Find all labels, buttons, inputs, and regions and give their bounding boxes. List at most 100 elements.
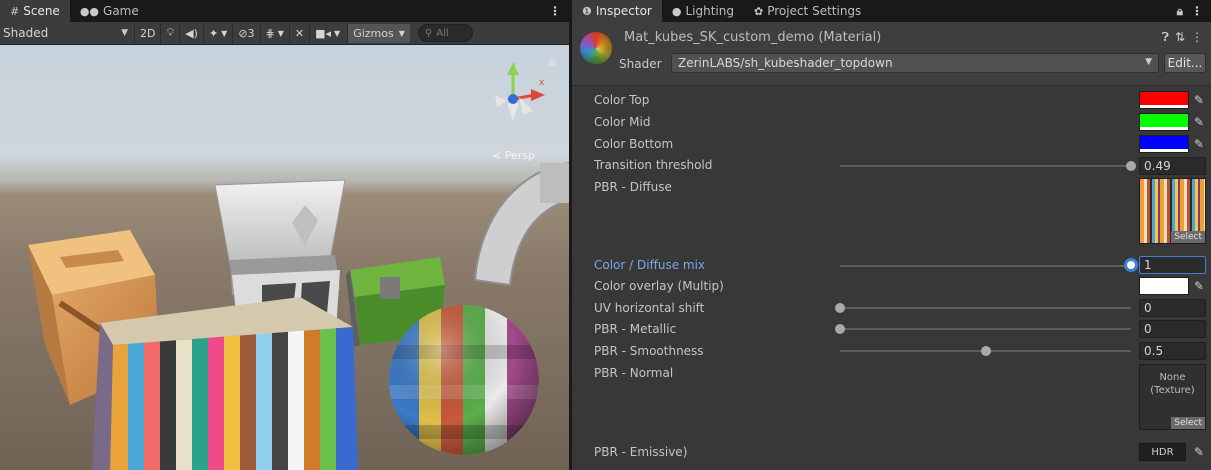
pbr-smoothness-field[interactable]: 0.5	[1139, 342, 1206, 360]
eyedropper-icon[interactable]: ✎	[1192, 136, 1206, 152]
scene-menu-icon[interactable]: ⋮	[541, 0, 569, 22]
tools-button[interactable]: ✕	[288, 23, 309, 43]
emissive-hdr-swatch[interactable]: HDR	[1139, 443, 1186, 461]
orientation-gizmo[interactable]: y x	[493, 59, 547, 133]
help-icon[interactable]: ❓︎	[1162, 30, 1169, 45]
tools-icon: ✕	[294, 26, 305, 40]
normal-select-button[interactable]: Select	[1171, 417, 1205, 429]
prop-pbr-metallic-label: PBR - Metallic	[594, 322, 677, 336]
pbr-metallic-thumb[interactable]	[835, 324, 845, 334]
edit-shader-button[interactable]: Edit...	[1164, 53, 1206, 73]
scene-viewport[interactable]: y x ≺ Persp ▣	[0, 45, 569, 470]
tab-inspector-label: Inspector	[595, 4, 652, 18]
shader-label: Shader	[619, 57, 662, 71]
gizmos-label: Gizmos	[353, 26, 394, 40]
chevron-down-icon: ▼	[334, 28, 341, 38]
prop-pbr-emissive-label: PBR - Emissive)	[594, 445, 688, 459]
uv-horizontal-shift-field[interactable]: 0	[1139, 299, 1206, 317]
more-options-icon[interactable]: ⋮	[1191, 4, 1203, 18]
search-placeholder: All	[436, 27, 449, 39]
lighting-toggle[interactable]: 💡︎	[160, 23, 179, 43]
shading-mode-value: Shaded	[3, 26, 49, 40]
audio-toggle[interactable]: ◀)	[179, 23, 203, 43]
tab-inspector[interactable]: ❶ Inspector	[572, 0, 662, 22]
tab-lighting[interactable]: ● Lighting	[662, 0, 744, 22]
pbr-smoothness-thumb[interactable]	[980, 346, 991, 356]
bulb-icon: 💡︎	[166, 26, 175, 39]
prop-uv-horizontal-shift-label: UV horizontal shift	[594, 301, 705, 315]
more-options-icon[interactable]: ⋮	[1191, 30, 1203, 45]
color-top-swatch[interactable]	[1139, 91, 1189, 109]
gizmo-axis-x: x	[539, 78, 545, 88]
camera-button[interactable]: ■◂ ▼	[309, 23, 345, 43]
mode-2d-button[interactable]: 2D	[134, 23, 160, 43]
eyedropper-icon[interactable]: ✎	[1192, 92, 1206, 108]
scene-panel: # Scene ●● Game ⋮ Shaded ▼ 2D 💡︎ ◀) ✦ ▼ …	[0, 0, 569, 470]
lock-icon[interactable]: ▣	[548, 57, 557, 68]
eyedropper-icon[interactable]: ✎	[1192, 114, 1206, 130]
prop-color-mid-label: Color Mid	[594, 115, 651, 129]
color-overlay-swatch[interactable]	[1139, 277, 1189, 295]
chevron-down-icon: ▼	[221, 28, 228, 38]
gizmo-axis-y: y	[511, 60, 517, 70]
tab-scene[interactable]: # Scene	[0, 0, 70, 22]
prop-pbr-normal-label: PBR - Normal	[594, 366, 674, 380]
uv-horizontal-shift-slider[interactable]	[840, 307, 1131, 309]
pbr-metallic-slider[interactable]	[840, 328, 1131, 330]
search-icon: ⚲	[424, 27, 433, 39]
material-title: Mat_kubes_SK_custom_demo (Material)	[624, 30, 882, 45]
gear-icon: ✿	[753, 4, 764, 18]
transition-threshold-thumb[interactable]	[1126, 161, 1136, 171]
grid-toggle[interactable]: ⋕ ▼	[259, 23, 289, 43]
eyedropper-icon[interactable]: ✎	[1192, 278, 1206, 294]
color-bottom-swatch[interactable]	[1139, 135, 1189, 153]
eye-off-icon: ⊘	[238, 26, 248, 40]
gizmos-dropdown[interactable]: Gizmos ▼	[347, 23, 410, 43]
tab-project-settings[interactable]: ✿ Project Settings	[744, 0, 871, 22]
color-diffuse-mix-slider[interactable]	[840, 265, 1131, 267]
pbr-metallic-field[interactable]: 0	[1139, 320, 1206, 338]
normal-texture-value: None (Texture)	[1140, 371, 1205, 397]
effects-toggle[interactable]: ✦ ▼	[202, 23, 232, 43]
scene-search-input[interactable]: ⚲ All	[417, 24, 473, 42]
chevron-down-icon: ▼	[121, 28, 128, 38]
bulb-icon: ●	[671, 4, 682, 18]
projection-label: Persp	[504, 149, 535, 162]
prop-color-overlay-label: Color overlay (Multip)	[594, 279, 724, 293]
transition-threshold-field[interactable]: 0.49	[1139, 157, 1206, 175]
grid-snap-icon: ⋕	[265, 26, 275, 40]
chevron-down-icon: ▼	[1145, 57, 1152, 67]
shader-dropdown[interactable]: ZerinLABS/sh_kubeshader_topdown ▼	[671, 53, 1159, 73]
tab-lighting-label: Lighting	[685, 4, 734, 18]
scene-toolbar: Shaded ▼ 2D 💡︎ ◀) ✦ ▼ ⊘ 3 ⋕ ▼ ✕ ■◂ ▼ Giz…	[0, 22, 569, 45]
tab-project-settings-label: Project Settings	[767, 4, 862, 18]
projection-toggle[interactable]: ≺ Persp	[492, 149, 535, 162]
diffuse-select-button[interactable]: Select	[1171, 231, 1205, 243]
tab-game[interactable]: ●● Game	[70, 0, 149, 22]
diffuse-texture-slot[interactable]: Select	[1139, 178, 1206, 244]
lock-icon[interactable]: 🔒︎	[1177, 4, 1183, 19]
color-diffuse-mix-field[interactable]: 1	[1139, 256, 1206, 274]
prop-color-top-label: Color Top	[594, 93, 650, 107]
chevron-down-icon: ▼	[277, 28, 284, 38]
scene-visibility-toggle[interactable]: ⊘ 3	[232, 23, 259, 43]
chevron-down-icon: ▼	[398, 28, 405, 38]
prop-color-diffuse-mix-label: Color / Diffuse mix	[594, 258, 706, 272]
header-icons: ❓︎ ⇅ ⋮	[1162, 30, 1203, 45]
eyedropper-icon[interactable]: ✎	[1192, 444, 1206, 460]
normal-texture-slot[interactable]: None (Texture) Select	[1139, 364, 1206, 430]
shading-mode-dropdown[interactable]: Shaded ▼	[0, 24, 134, 43]
speaker-icon: ◀)	[185, 26, 198, 40]
striped-cube	[92, 297, 358, 470]
color-diffuse-mix-thumb[interactable]	[1124, 258, 1138, 272]
settings-sliders-icon[interactable]: ⇅	[1175, 30, 1185, 45]
uv-horizontal-shift-thumb[interactable]	[835, 303, 845, 313]
color-mid-swatch[interactable]	[1139, 113, 1189, 131]
prop-transition-threshold-label: Transition threshold	[594, 158, 713, 172]
normal-texture-type: (Texture)	[1150, 385, 1195, 396]
scene-tabbar: # Scene ●● Game ⋮	[0, 0, 569, 22]
tab-game-label: Game	[103, 4, 139, 18]
grid-icon: #	[10, 4, 20, 18]
transition-threshold-slider[interactable]	[840, 165, 1131, 167]
inspector-menu: 🔒︎ ⋮	[1169, 0, 1211, 22]
